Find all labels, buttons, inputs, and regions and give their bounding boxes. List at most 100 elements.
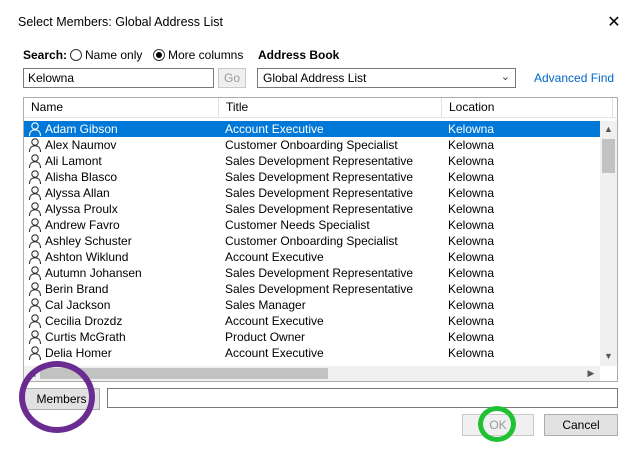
table-row[interactable]: Cal Jackson Sales Manager Kelowna xyxy=(24,297,600,313)
cell-location: Kelowna xyxy=(448,282,495,296)
cell-name: Cal Jackson xyxy=(45,298,111,312)
table-row[interactable]: Berin Brand Sales Development Representat… xyxy=(24,281,600,297)
close-button[interactable]: ✕ xyxy=(602,12,626,36)
more-columns-label[interactable]: More columns xyxy=(168,48,243,62)
vertical-scroll-thumb[interactable] xyxy=(602,139,615,173)
scroll-up-icon[interactable]: ▲ xyxy=(600,121,617,137)
cell-name: Cecilia Drozdz xyxy=(45,314,123,328)
person-icon xyxy=(28,329,42,345)
cell-location: Kelowna xyxy=(448,202,495,216)
cell-name: Alisha Blasco xyxy=(45,170,118,184)
column-divider[interactable] xyxy=(612,98,613,117)
table-row[interactable]: Alisha Blasco Sales Development Represent… xyxy=(24,169,600,185)
cell-name: Curtis McGrath xyxy=(45,330,126,344)
cell-name: Berin Brand xyxy=(45,282,109,296)
horizontal-scroll-thumb[interactable] xyxy=(40,368,328,379)
scroll-down-icon[interactable]: ▼ xyxy=(600,348,617,364)
address-book-selected: Global Address List xyxy=(263,71,367,85)
search-label: Search: xyxy=(23,48,68,62)
cell-location: Kelowna xyxy=(448,266,495,280)
person-icon xyxy=(28,137,42,153)
column-header-location[interactable]: Location xyxy=(442,98,612,117)
cell-title: Sales Development Representative xyxy=(225,282,414,296)
cell-title: Product Owner xyxy=(225,330,306,344)
search-input[interactable]: Kelowna xyxy=(23,68,214,88)
table-row[interactable]: Ali Lamont Sales Development Representati… xyxy=(24,153,600,169)
person-icon xyxy=(28,345,42,361)
cell-location: Kelowna xyxy=(448,346,495,360)
column-header-name[interactable]: Name xyxy=(24,98,218,117)
person-icon xyxy=(28,233,42,249)
advanced-find-link[interactable]: Advanced Find xyxy=(534,71,614,85)
person-icon xyxy=(28,169,42,185)
person-icon xyxy=(28,121,42,137)
scroll-left-icon[interactable]: ◀ xyxy=(26,366,38,381)
person-icon xyxy=(28,281,42,297)
cell-location: Kelowna xyxy=(448,154,495,168)
column-header-title[interactable]: Title xyxy=(219,98,441,117)
cell-title: Account Executive xyxy=(225,122,324,136)
cell-name: Alyssa Allan xyxy=(45,186,110,200)
cell-title: Customer Needs Specialist xyxy=(225,218,370,232)
cell-name: Ashley Schuster xyxy=(45,234,132,248)
person-icon xyxy=(28,201,42,217)
cell-name: Ali Lamont xyxy=(45,154,102,168)
person-icon xyxy=(28,249,42,265)
go-button[interactable]: Go xyxy=(218,68,246,88)
table-row[interactable]: Curtis McGrath Product Owner Kelowna xyxy=(24,329,600,345)
cell-location: Kelowna xyxy=(448,218,495,232)
address-book-dropdown[interactable]: Global Address List ⌄ xyxy=(257,68,516,88)
name-only-radio[interactable] xyxy=(70,49,82,61)
name-only-label[interactable]: Name only xyxy=(85,48,142,62)
cell-name: Autumn Johansen xyxy=(45,266,142,280)
cell-name: Alyssa Proulx xyxy=(45,202,118,216)
cell-location: Kelowna xyxy=(448,298,495,312)
table-row[interactable]: Alyssa Proulx Sales Development Represent… xyxy=(24,201,600,217)
address-book-label: Address Book xyxy=(258,48,340,62)
cell-title: Sales Development Representative xyxy=(225,266,414,280)
cell-title: Sales Manager xyxy=(225,298,306,312)
cell-title: Customer Onboarding Specialist xyxy=(225,234,398,248)
person-icon xyxy=(28,297,42,313)
person-icon xyxy=(28,265,42,281)
members-button[interactable]: Members xyxy=(23,388,100,410)
table-row[interactable]: Ashley Schuster Customer Onboarding Speci… xyxy=(24,233,600,249)
table-row[interactable]: Ashton Wiklund Account Executive Kelowna xyxy=(24,249,600,265)
table-row[interactable]: Delia Homer Account Executive Kelowna xyxy=(24,345,600,361)
cell-location: Kelowna xyxy=(448,234,495,248)
window-title: Select Members: Global Address List xyxy=(18,15,223,29)
cell-name: Delia Homer xyxy=(45,346,112,360)
table-header: Name Title Location xyxy=(24,98,617,118)
person-icon xyxy=(28,185,42,201)
more-columns-radio[interactable] xyxy=(153,49,165,61)
ok-button[interactable]: OK xyxy=(462,414,534,436)
cell-location: Kelowna xyxy=(448,122,495,136)
cell-location: Kelowna xyxy=(448,170,495,184)
cell-title: Sales Development Representative xyxy=(225,170,414,184)
cell-name: Adam Gibson xyxy=(45,122,118,136)
cell-name: Ashton Wiklund xyxy=(45,250,129,264)
close-icon: ✕ xyxy=(607,14,621,31)
members-field[interactable] xyxy=(107,388,618,408)
table-row[interactable]: Cecilia Drozdz Account Executive Kelowna xyxy=(24,313,600,329)
cell-location: Kelowna xyxy=(448,330,495,344)
cell-title: Sales Development Representative xyxy=(225,154,414,168)
table-row[interactable]: Alex Naumov Customer Onboarding Specialis… xyxy=(24,137,600,153)
table-row[interactable]: Andrew Favro Customer Needs Specialist Kel… xyxy=(24,217,600,233)
cell-location: Kelowna xyxy=(448,314,495,328)
cell-name: Alex Naumov xyxy=(45,138,117,152)
cell-location: Kelowna xyxy=(448,250,495,264)
cell-title: Account Executive xyxy=(225,314,324,328)
cancel-button[interactable]: Cancel xyxy=(544,414,618,436)
table-row[interactable]: Adam Gibson Account Executive Kelowna xyxy=(24,121,600,137)
table-row[interactable]: Autumn Johansen Sales Development Represe… xyxy=(24,265,600,281)
person-icon xyxy=(28,153,42,169)
person-icon xyxy=(28,217,42,233)
table-row[interactable]: Alyssa Allan Sales Development Representa… xyxy=(24,185,600,201)
chevron-down-icon: ⌄ xyxy=(500,71,510,83)
cell-title: Sales Development Representative xyxy=(225,186,414,200)
person-icon xyxy=(28,313,42,329)
scroll-right-icon[interactable]: ▶ xyxy=(585,366,597,381)
cell-location: Kelowna xyxy=(448,138,495,152)
cell-name: Andrew Favro xyxy=(45,218,120,232)
